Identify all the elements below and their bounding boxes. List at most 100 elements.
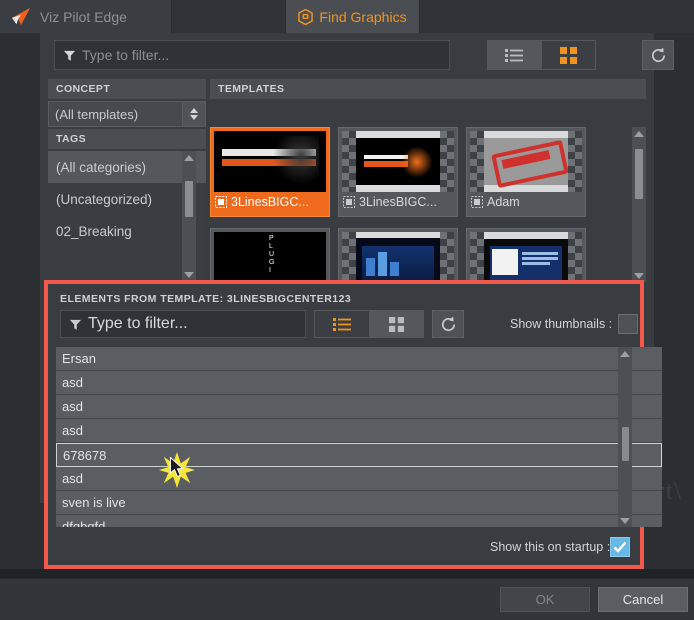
dialog-refresh-button[interactable] xyxy=(432,310,464,338)
list-item[interactable]: asd xyxy=(56,371,662,395)
list-view-icon xyxy=(332,317,351,331)
template-thumbnail xyxy=(470,232,582,282)
tags-scrollbar[interactable] xyxy=(182,151,196,281)
list-item-label: sven is live xyxy=(62,495,126,510)
tab-label-find-graphics: Find Graphics xyxy=(319,8,407,25)
list-item-label: asd xyxy=(62,399,83,414)
scrollbar-thumb[interactable] xyxy=(635,149,643,199)
dialog-list-view-button[interactable] xyxy=(315,311,369,337)
grid-view-button[interactable] xyxy=(541,41,595,69)
templates-scrollbar[interactable] xyxy=(632,127,646,282)
template-card[interactable]: 3LinesBIGC... xyxy=(210,127,330,217)
template-card[interactable]: Adam xyxy=(466,127,586,217)
concept-selected-value: (All templates) xyxy=(55,106,139,122)
template-thumbnail xyxy=(214,131,326,192)
list-item[interactable]: asd xyxy=(56,395,662,419)
footer-button-bar: OK Cancel xyxy=(0,578,694,620)
scroll-up-arrow-icon[interactable] xyxy=(618,347,632,360)
view-mode-toggle-group xyxy=(487,40,596,70)
chevron-down-icon xyxy=(190,115,198,120)
scrollbar-thumb[interactable] xyxy=(622,427,629,461)
template-file-icon xyxy=(343,196,355,208)
dialog-view-mode-toggle-group xyxy=(314,310,424,338)
grid-view-icon xyxy=(559,46,577,64)
list-item-selected[interactable]: 678678 xyxy=(56,443,662,467)
content-area: art\ Type to filter... CONCEPT TEMPLATES… xyxy=(0,33,694,620)
concept-column-header: CONCEPT xyxy=(48,79,206,99)
cancel-button[interactable]: Cancel xyxy=(598,587,688,612)
templates-grid: 3LinesBIGC... 3LinesBIGC... Adam P L U G… xyxy=(210,127,630,282)
template-card[interactable]: PLUGI xyxy=(210,228,330,282)
tag-label: (All categories) xyxy=(56,159,147,175)
list-item-label: Ersan xyxy=(62,351,96,366)
elements-list-scrollbar[interactable] xyxy=(618,347,632,527)
checkmark-icon xyxy=(613,541,627,553)
scrollbar-thumb[interactable] xyxy=(185,181,193,217)
application-window: Viz Pilot Edge Find Graphics art\ Type t… xyxy=(0,0,694,620)
show-on-startup-label: Show this on startup : xyxy=(490,540,611,554)
grid-view-icon xyxy=(388,316,404,332)
list-view-button[interactable] xyxy=(488,41,542,69)
dialog-title: ELEMENTS FROM TEMPLATE: 3LINESBIGCENTER1… xyxy=(60,293,352,305)
scroll-up-arrow-icon[interactable] xyxy=(182,151,196,164)
mouse-cursor xyxy=(170,457,184,478)
scroll-down-arrow-icon[interactable] xyxy=(618,514,632,527)
template-label-row: Adam xyxy=(470,192,582,212)
elements-list[interactable]: Ersan asd asd asd 678678 asd sven is liv… xyxy=(56,347,662,527)
template-label: 3LinesBIGC... xyxy=(359,195,437,209)
chevron-up-icon xyxy=(190,108,198,113)
scroll-up-arrow-icon[interactable] xyxy=(632,127,646,140)
template-filter-input[interactable]: Type to filter... xyxy=(54,40,450,70)
show-on-startup-checkbox[interactable] xyxy=(610,537,630,557)
template-card[interactable] xyxy=(338,228,458,282)
tag-label: 02_Breaking xyxy=(56,223,132,239)
template-filter-placeholder: Type to filter... xyxy=(82,47,170,63)
tab-find-graphics[interactable]: Find Graphics xyxy=(286,0,420,33)
dialog-shadow-strip xyxy=(0,569,694,578)
show-thumbnails-checkbox[interactable] xyxy=(618,314,638,334)
list-item[interactable]: dfgbgfd xyxy=(56,515,662,527)
list-item[interactable]: asd xyxy=(56,419,662,443)
template-label-row: 3LinesBIGC... xyxy=(214,192,326,212)
concept-spinner-arrows[interactable] xyxy=(182,102,205,126)
list-item-label: asd xyxy=(62,375,83,390)
template-thumbnail xyxy=(342,131,454,192)
filter-funnel-icon xyxy=(69,319,82,330)
tags-column-header: TAGS xyxy=(48,129,206,149)
template-thumbnail xyxy=(342,232,454,282)
elements-from-template-dialog: ELEMENTS FROM TEMPLATE: 3LINESBIGCENTER1… xyxy=(44,280,662,569)
ok-button[interactable]: OK xyxy=(500,587,590,612)
tag-label: (Uncategorized) xyxy=(56,191,153,207)
tab-label-brand: Viz Pilot Edge xyxy=(40,8,127,25)
concept-select[interactable]: (All templates) xyxy=(48,101,206,127)
dialog-filter-placeholder: Type to filter... xyxy=(88,315,188,332)
template-card[interactable] xyxy=(466,228,586,282)
template-thumbnail xyxy=(470,131,582,192)
dialog-grid-view-button[interactable] xyxy=(369,311,423,337)
refresh-icon xyxy=(651,47,665,62)
dialog-filter-input[interactable]: Type to filter... xyxy=(60,310,306,338)
list-view-icon xyxy=(505,48,524,62)
list-item[interactable]: sven is live xyxy=(56,491,662,515)
template-thumbnail: PLUGI xyxy=(214,232,326,282)
list-item[interactable]: asd xyxy=(56,467,662,491)
main-toolbar: Type to filter... xyxy=(40,38,674,74)
refresh-button[interactable] xyxy=(642,40,674,70)
list-item-label: 678678 xyxy=(63,447,107,463)
template-file-icon xyxy=(215,196,227,208)
tab-viz-pilot-edge[interactable]: Viz Pilot Edge xyxy=(0,0,172,33)
template-card[interactable]: 3LinesBIGC... xyxy=(338,127,458,217)
filter-funnel-icon xyxy=(63,50,76,61)
template-label: Adam xyxy=(487,195,520,209)
template-label: 3LinesBIGC... xyxy=(231,195,309,209)
arrow-logo-icon xyxy=(11,7,31,25)
title-tab-bar: Viz Pilot Edge Find Graphics xyxy=(0,0,694,33)
list-item[interactable]: Ersan xyxy=(56,347,662,371)
template-label-row: 3LinesBIGC... xyxy=(342,192,454,212)
show-thumbnails-label: Show thumbnails : xyxy=(510,317,613,331)
template-file-icon xyxy=(471,196,483,208)
templates-column-header: TEMPLATES xyxy=(210,79,646,99)
tab-empty[interactable] xyxy=(172,0,286,33)
refresh-icon xyxy=(441,316,455,331)
hexagon-graphics-icon xyxy=(298,8,314,25)
